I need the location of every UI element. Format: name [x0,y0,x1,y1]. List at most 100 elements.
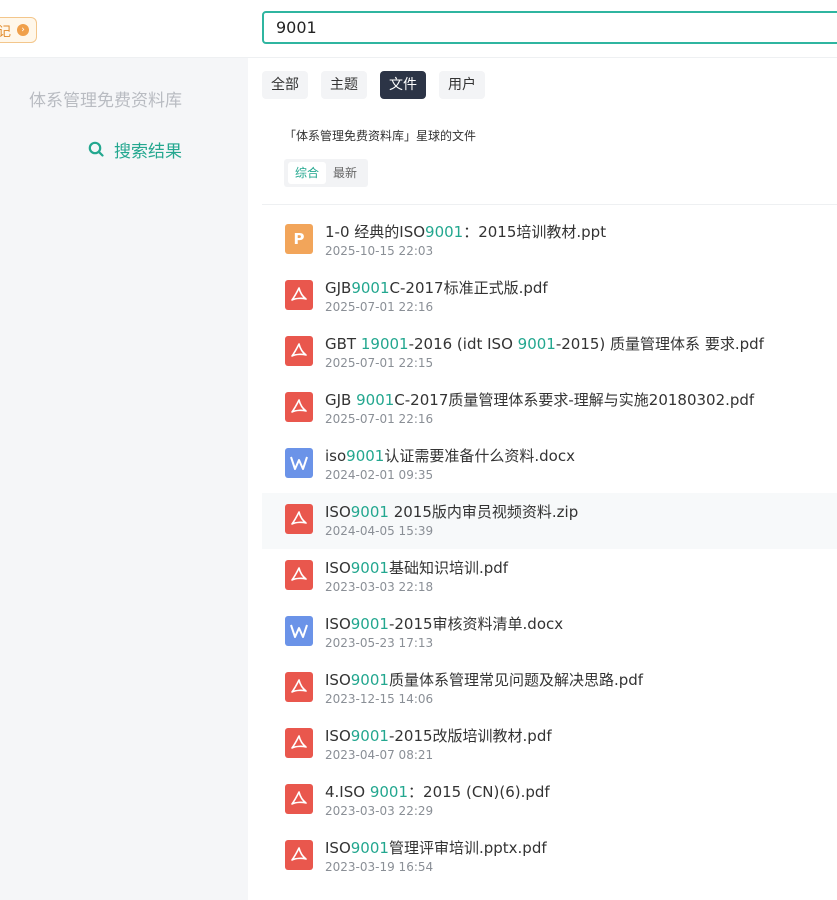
file-item[interactable]: 4.ISO 9001：2015 (CN)(6).pdf 2023-03-03 22… [262,773,837,829]
sidebar-item-label: 搜索结果 [114,141,182,162]
file-name-text: GJB [325,279,352,297]
file-name-text: iso [325,447,347,465]
top-bar: 记 › [0,0,837,58]
file-date: 2023-04-07 08:21 [325,748,434,762]
file-item[interactable]: ISO9001管理评审培训.pptx.pdf 2023-03-19 16:54 [262,829,837,885]
file-name-text: ISO [325,727,351,745]
sidebar-title: 体系管理免费资料库 [29,91,182,111]
search-input[interactable] [264,13,836,42]
file-name: iso9001认证需要准备什么资料.docx [325,445,575,466]
file-name-text: 1-0 经典的ISO [325,223,426,241]
search-icon [88,141,104,157]
file-name-text: C-2017质量管理体系要求-理解与实施20180302.pdf [394,391,755,409]
file-name-highlight: 9001 [350,559,389,577]
file-name: ISO9001质量体系管理常见问题及解决思路.pdf [325,669,643,690]
file-name-highlight: 9001 [369,783,409,801]
pdf-file-icon [285,840,313,870]
file-name-text: GBT [325,335,361,353]
sidebar-item-search-results[interactable]: 搜索结果 [88,136,182,162]
file-name-text: -2016 (idt ISO [408,335,518,353]
file-item[interactable]: ISO9001 2015版内审员视频资料.zip 2024-04-05 15:39 [262,493,837,549]
file-name: ISO9001基础知识培训.pdf [325,557,508,578]
pdf-file-icon [285,504,313,534]
file-item[interactable]: GJB 9001C-2017质量管理体系要求-理解与实施20180302.pdf… [262,381,837,437]
group-header: 「体系管理免费资料库」星球的文件 综合 最新 [262,114,837,205]
file-name-text: -2015改版培训教材.pdf [388,727,552,745]
pdf-file-icon [285,560,313,590]
file-name-text: C-2017标准正式版.pdf [389,279,548,297]
file-name: ISO9001管理评审培训.pptx.pdf [325,837,547,858]
file-date: 2024-02-01 09:35 [325,468,434,482]
file-list: P 1-0 经典的ISO9001：2015培训教材.ppt 2025-10-15 2… [262,213,837,885]
file-name-highlight: 19001 [360,335,409,353]
file-name-text: -2015审核资料清单.docx [388,615,564,633]
file-name: 1-0 经典的ISO9001：2015培训教材.ppt [325,221,606,242]
sort-option-1[interactable]: 最新 [326,162,364,184]
ppt-file-icon: P [285,224,313,254]
arrow-circle-icon: › [17,24,29,36]
file-item[interactable]: ISO9001-2015改版培训教材.pdf 2023-04-07 08:21 [262,717,837,773]
file-name-text: ISO [325,559,351,577]
pdf-file-icon [285,672,313,702]
file-name-text: ISO [325,671,351,689]
doc-file-icon [285,616,313,646]
tab-0[interactable]: 全部 [262,71,308,99]
pdf-file-icon [285,392,313,422]
sidebar: 体系管理免费资料库 搜索结果 [0,58,248,900]
file-item[interactable]: iso9001认证需要准备什么资料.docx 2024-02-01 09:35 [262,437,837,493]
file-name-text: 认证需要准备什么资料.docx [384,447,575,465]
file-item[interactable]: GBT 19001-2016 (idt ISO 9001-2015) 质量管理体… [262,325,837,381]
file-name-highlight: 9001 [350,671,389,689]
file-name-text: ISO [325,615,351,633]
badge[interactable]: 记 › [0,17,37,43]
file-date: 2023-12-15 14:06 [325,692,434,706]
file-name-highlight: 9001 [517,335,556,353]
pdf-file-icon [285,280,313,310]
file-name-text: ISO [325,503,351,521]
file-date: 2024-04-05 15:39 [325,524,434,538]
file-name-highlight: 9001 [425,223,464,241]
doc-file-icon [285,448,313,478]
file-item[interactable]: GJB9001C-2017标准正式版.pdf 2025-07-01 22:16 [262,269,837,325]
file-name-highlight: 9001 [350,839,389,857]
file-date: 2023-03-03 22:18 [325,580,434,594]
file-name: 4.ISO 9001：2015 (CN)(6).pdf [325,781,550,802]
pdf-file-icon [285,336,313,366]
file-name-highlight: 9001 [356,391,395,409]
file-name: ISO9001-2015改版培训教材.pdf [325,725,552,746]
tab-1[interactable]: 主题 [321,71,367,99]
file-item[interactable]: P 1-0 经典的ISO9001：2015培训教材.ppt 2025-10-15 2… [262,213,837,269]
file-name-text: GJB [325,391,357,409]
file-name-text: -2015) 质量管理体系 要求.pdf [555,335,764,353]
file-name: ISO9001-2015审核资料清单.docx [325,613,563,634]
file-name-text: ：2015 (CN)(6).pdf [408,783,550,801]
file-name-text: ISO [325,839,351,857]
file-date: 2025-07-01 22:16 [325,300,434,314]
file-date: 2025-07-01 22:15 [325,356,434,370]
file-item[interactable]: ISO9001质量体系管理常见问题及解决思路.pdf 2023-12-15 14:… [262,661,837,717]
file-name-text: 2015版内审员视频资料.zip [388,503,579,521]
file-item[interactable]: ISO9001-2015审核资料清单.docx 2023-05-23 17:13 [262,605,837,661]
file-name-highlight: 9001 [350,503,389,521]
file-name-text: 管理评审培训.pptx.pdf [388,839,547,857]
pdf-file-icon [285,728,313,758]
search-box[interactable] [262,11,837,44]
file-name-text: 4.ISO [325,783,370,801]
file-name-highlight: 9001 [346,447,385,465]
file-name: GJB 9001C-2017质量管理体系要求-理解与实施20180302.pdf [325,389,754,410]
pdf-file-icon [285,784,313,814]
badge-text: 记 [0,25,12,40]
file-name-highlight: 9001 [350,615,389,633]
group-title: 「体系管理免费资料库」星球的文件 [284,129,477,143]
tab-3[interactable]: 用户 [439,71,485,99]
tab-2[interactable]: 文件 [380,71,426,99]
main-content: 全部 主题 文件 用户 「体系管理免费资料库」星球的文件 综合 最新 P 1-0 经典的I… [262,58,837,900]
sort-option-0[interactable]: 综合 [288,162,327,184]
file-name-text: 质量体系管理常见问题及解决思路.pdf [388,671,644,689]
file-name-text: 基础知识培训.pdf [388,559,509,577]
file-date: 2023-03-19 16:54 [325,860,434,874]
file-name: GJB9001C-2017标准正式版.pdf [325,277,548,298]
file-name-text: ：2015培训教材.ppt [463,223,607,241]
file-item[interactable]: ISO9001基础知识培训.pdf 2023-03-03 22:18 [262,549,837,605]
file-name: ISO9001 2015版内审员视频资料.zip [325,501,578,522]
